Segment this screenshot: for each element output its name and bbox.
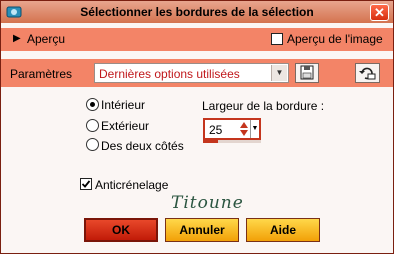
antialias-checkbox[interactable] bbox=[80, 178, 92, 190]
dialog-title: Sélectionner les bordures de la sélectio… bbox=[80, 5, 314, 19]
antialias-label[interactable]: Anticrénelage bbox=[95, 178, 168, 192]
save-preset-button[interactable] bbox=[295, 63, 319, 83]
close-button[interactable]: ✕ bbox=[370, 4, 389, 21]
radio-deux-cotes-label[interactable]: Des deux côtés bbox=[101, 139, 184, 153]
close-icon: ✕ bbox=[374, 5, 385, 20]
app-icon bbox=[6, 6, 22, 18]
presets-label: Paramètres bbox=[10, 67, 73, 81]
help-button[interactable]: Aide bbox=[246, 218, 320, 242]
image-preview-label[interactable]: Aperçu de l'image bbox=[287, 32, 383, 46]
expand-arrow-icon[interactable]: ▶ bbox=[13, 33, 21, 44]
checkmark-icon bbox=[81, 180, 91, 188]
preview-toggle-label[interactable]: Aperçu bbox=[27, 32, 65, 46]
ok-button[interactable]: OK bbox=[84, 218, 158, 242]
radio-interieur-label[interactable]: Intérieur bbox=[101, 98, 145, 112]
reset-defaults-icon bbox=[359, 67, 376, 80]
spinner-dropdown-icon[interactable]: ▼ bbox=[250, 120, 259, 138]
preview-bar: ▶ Aperçu Aperçu de l'image bbox=[1, 28, 393, 51]
preset-select[interactable]: Dernières options utilisées ▼ bbox=[94, 63, 289, 83]
title-bar[interactable]: Sélectionner les bordures de la sélectio… bbox=[1, 1, 393, 23]
cancel-button[interactable]: Annuler bbox=[165, 218, 239, 242]
spinner-arrows-icon[interactable] bbox=[239, 121, 249, 137]
border-width-slider-fill bbox=[203, 140, 218, 143]
preset-select-value: Dernières options utilisées bbox=[99, 67, 240, 81]
dropdown-arrow-icon[interactable]: ▼ bbox=[271, 65, 287, 81]
image-preview-checkbox[interactable] bbox=[271, 33, 283, 45]
radio-interieur[interactable] bbox=[86, 98, 99, 111]
presets-bar: Paramètres Dernières options utilisées ▼ bbox=[1, 59, 393, 87]
save-preset-icon bbox=[300, 65, 314, 80]
border-width-spinner[interactable]: 25 ▼ bbox=[203, 118, 261, 140]
watermark-signature: Titoune bbox=[171, 193, 244, 213]
border-width-label: Largeur de la bordure : bbox=[202, 99, 325, 113]
radio-exterieur[interactable] bbox=[86, 119, 99, 132]
border-width-value[interactable]: 25 bbox=[209, 123, 222, 137]
reset-defaults-button[interactable] bbox=[355, 63, 380, 83]
radio-deux-cotes[interactable] bbox=[86, 138, 99, 151]
dialog-window: Sélectionner les bordures de la sélectio… bbox=[0, 0, 394, 254]
border-width-slider[interactable] bbox=[203, 140, 261, 143]
radio-exterieur-label[interactable]: Extérieur bbox=[101, 119, 149, 133]
